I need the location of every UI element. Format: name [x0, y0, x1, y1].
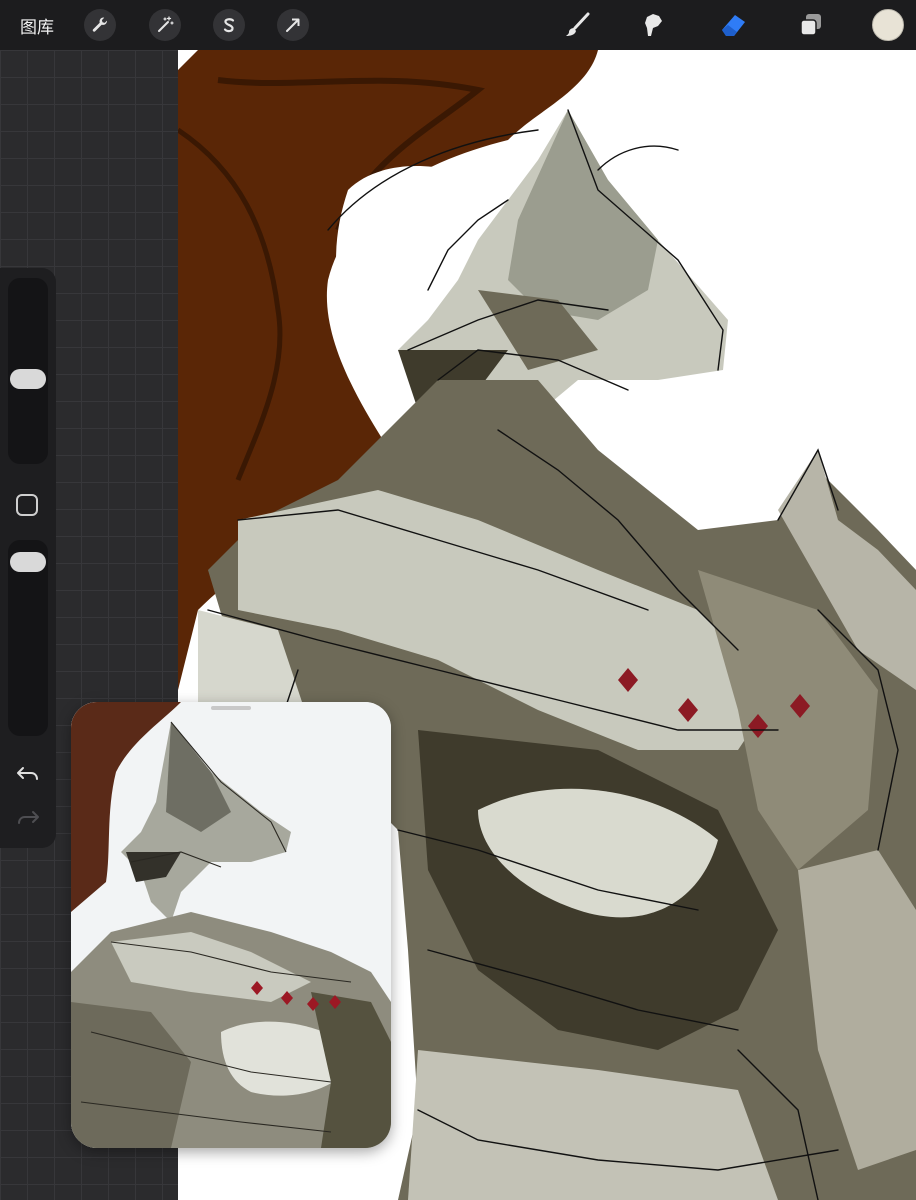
transform-arrow-icon[interactable]	[277, 9, 309, 41]
brush-icon[interactable]	[561, 8, 595, 42]
brush-size-thumb[interactable]	[10, 368, 46, 389]
actions-wrench-icon[interactable]	[84, 9, 116, 41]
color-picker-swatch[interactable]	[872, 9, 904, 41]
layers-icon[interactable]	[794, 8, 828, 42]
modify-button[interactable]	[16, 494, 38, 516]
smudge-icon[interactable]	[636, 8, 670, 42]
reference-drag-handle[interactable]	[211, 706, 251, 710]
adjustments-wand-icon[interactable]	[149, 9, 181, 41]
reference-window[interactable]	[71, 702, 391, 1148]
left-sidebar	[0, 268, 56, 848]
redo-icon[interactable]	[14, 804, 42, 832]
top-toolbar: 图库	[0, 0, 916, 50]
selection-icon[interactable]	[213, 9, 245, 41]
opacity-thumb[interactable]	[10, 552, 46, 573]
undo-icon[interactable]	[14, 760, 42, 788]
brush-size-slider[interactable]	[8, 278, 48, 464]
gallery-button[interactable]: 图库	[20, 13, 54, 38]
opacity-slider[interactable]	[8, 540, 48, 736]
reference-image	[71, 702, 391, 1148]
eraser-icon[interactable]	[716, 8, 750, 42]
